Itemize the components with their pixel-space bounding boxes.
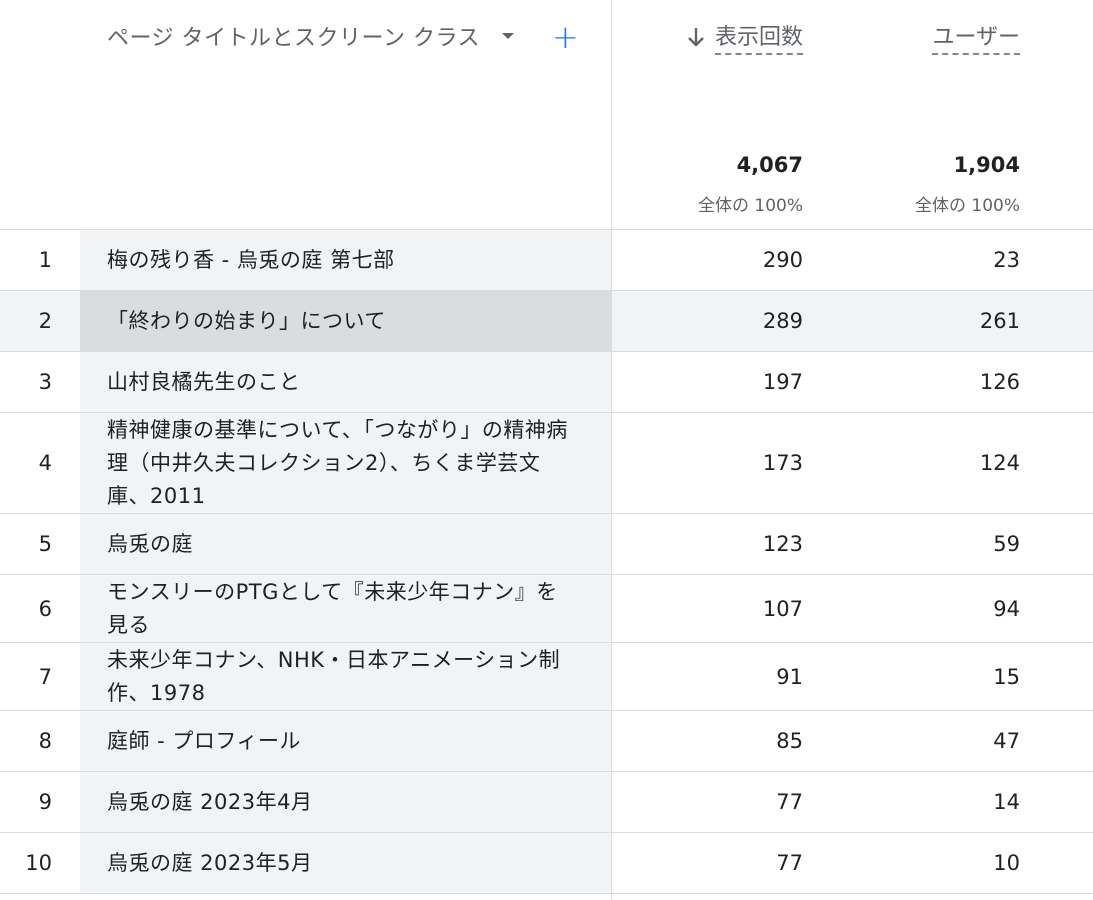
row-index: 5	[38, 532, 52, 556]
row-index: 10	[25, 851, 52, 875]
row-users: 124	[979, 451, 1020, 475]
row-views: 173	[762, 451, 803, 475]
table-row[interactable]: 5 烏兎の庭 123 59	[0, 514, 1093, 575]
row-title[interactable]: モンスリーのPTGとして『未来少年コナン』を見る	[107, 576, 577, 642]
row-title[interactable]: 烏兎の庭 2023年5月	[107, 847, 587, 880]
table-row[interactable]: 10 烏兎の庭 2023年5月 77 10	[0, 833, 1093, 894]
table-header: ページ タイトルとスクリーン クラス + 表示回数 ユーザー 4,067 1,9…	[0, 0, 1093, 230]
row-views: 77	[776, 851, 803, 875]
row-users: 94	[993, 596, 1020, 621]
row-title[interactable]: 梅の残り香 - 烏兎の庭 第七部	[107, 244, 587, 277]
users-total: 1,904	[953, 153, 1020, 177]
row-views: 290	[762, 248, 803, 272]
row-users: 126	[979, 370, 1020, 394]
row-users: 261	[979, 309, 1020, 333]
table-row[interactable]: 9 烏兎の庭 2023年4月 77 14	[0, 772, 1093, 833]
table-row[interactable]: 6 モンスリーのPTGとして『未来少年コナン』を見る 107 94	[0, 575, 1093, 643]
row-users: 10	[993, 851, 1020, 875]
row-title[interactable]: 未来少年コナン、NHK・日本アニメーション制作、1978	[107, 644, 587, 710]
dimension-header-label: ページ タイトルとスクリーン クラス	[107, 26, 481, 51]
table-row[interactable]: 1 梅の残り香 - 烏兎の庭 第七部 290 23	[0, 230, 1093, 291]
row-title[interactable]: 「終わりの始まり」について	[107, 305, 587, 338]
row-users: 47	[993, 729, 1020, 753]
row-index: 3	[38, 370, 52, 394]
row-views: 85	[776, 729, 803, 753]
row-title[interactable]: 山村良橘先生のこと	[107, 366, 587, 399]
row-users: 23	[993, 248, 1020, 272]
add-dimension-button[interactable]: +	[552, 20, 579, 54]
arrow-down-icon[interactable]	[687, 26, 705, 48]
table-body: 1 梅の残り香 - 烏兎の庭 第七部 290 23 2 「終わりの始まり」につい…	[0, 230, 1093, 894]
column-divider	[611, 0, 612, 900]
table-row[interactable]: 3 山村良橘先生のこと 197 126	[0, 352, 1093, 413]
row-index: 1	[38, 248, 52, 272]
dimension-header[interactable]: ページ タイトルとスクリーン クラス	[107, 20, 515, 52]
row-index: 6	[38, 596, 52, 621]
table-row[interactable]: 2 「終わりの始まり」について 289 261	[0, 291, 1093, 352]
row-views: 91	[776, 664, 803, 689]
row-views: 123	[762, 532, 803, 556]
row-views: 289	[762, 309, 803, 333]
row-views: 77	[776, 790, 803, 814]
users-column-header[interactable]: ユーザー	[932, 19, 1020, 55]
views-total: 4,067	[736, 153, 803, 177]
users-total-percent: 全体の 100%	[914, 196, 1020, 216]
row-index: 7	[38, 664, 52, 689]
table-row[interactable]: 7 未来少年コナン、NHK・日本アニメーション制作、1978 91 15	[0, 643, 1093, 711]
views-total-percent: 全体の 100%	[697, 196, 803, 216]
row-title[interactable]: 精神健康の基準について、「つながり」の精神病理（中井久夫コレクション2）、ちくま…	[107, 414, 579, 513]
row-title[interactable]: 烏兎の庭	[107, 528, 587, 561]
users-header-label[interactable]: ユーザー	[932, 19, 1020, 55]
views-header-label[interactable]: 表示回数	[714, 19, 803, 55]
row-index: 4	[38, 451, 52, 475]
row-views: 107	[762, 596, 803, 621]
row-index: 2	[38, 309, 52, 333]
views-column-header[interactable]: 表示回数	[687, 19, 803, 55]
row-index: 8	[38, 729, 52, 753]
row-users: 15	[993, 664, 1020, 689]
row-title[interactable]: 烏兎の庭 2023年4月	[107, 786, 587, 819]
row-title[interactable]: 庭師 - プロフィール	[107, 725, 587, 758]
row-users: 59	[993, 532, 1020, 556]
row-index: 9	[38, 790, 52, 814]
report-table: ページ タイトルとスクリーン クラス + 表示回数 ユーザー 4,067 1,9…	[0, 0, 1093, 900]
chevron-down-icon[interactable]	[502, 33, 515, 39]
row-views: 197	[762, 370, 803, 394]
table-row[interactable]: 8 庭師 - プロフィール 85 47	[0, 711, 1093, 772]
row-users: 14	[993, 790, 1020, 814]
table-row[interactable]: 4 精神健康の基準について、「つながり」の精神病理（中井久夫コレクション2）、ち…	[0, 413, 1093, 514]
